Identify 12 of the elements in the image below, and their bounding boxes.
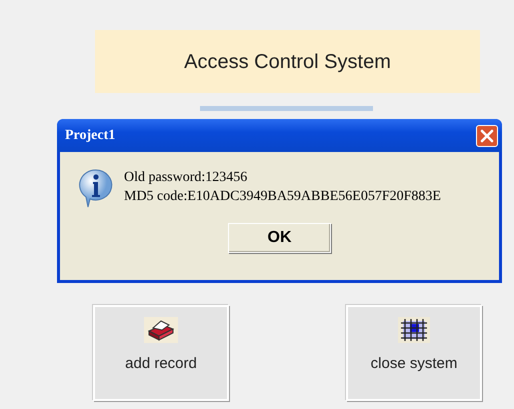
close-icon (480, 128, 494, 142)
message-text: MD5 code:E10ADC3949BA59ABBE56E057F20F883E (124, 188, 441, 206)
grid-icon (398, 317, 430, 343)
printer-icon (144, 317, 178, 343)
ok-button[interactable]: OK (228, 223, 331, 253)
action-button[interactable]: add record (93, 305, 229, 401)
close-button[interactable] (476, 124, 498, 146)
app-title: Access Control System (184, 50, 391, 74)
action-button[interactable]: close system (346, 305, 482, 401)
window-title: Project1 (65, 127, 116, 145)
info-icon (78, 168, 114, 208)
message-text: Old password:123456 (124, 169, 248, 187)
